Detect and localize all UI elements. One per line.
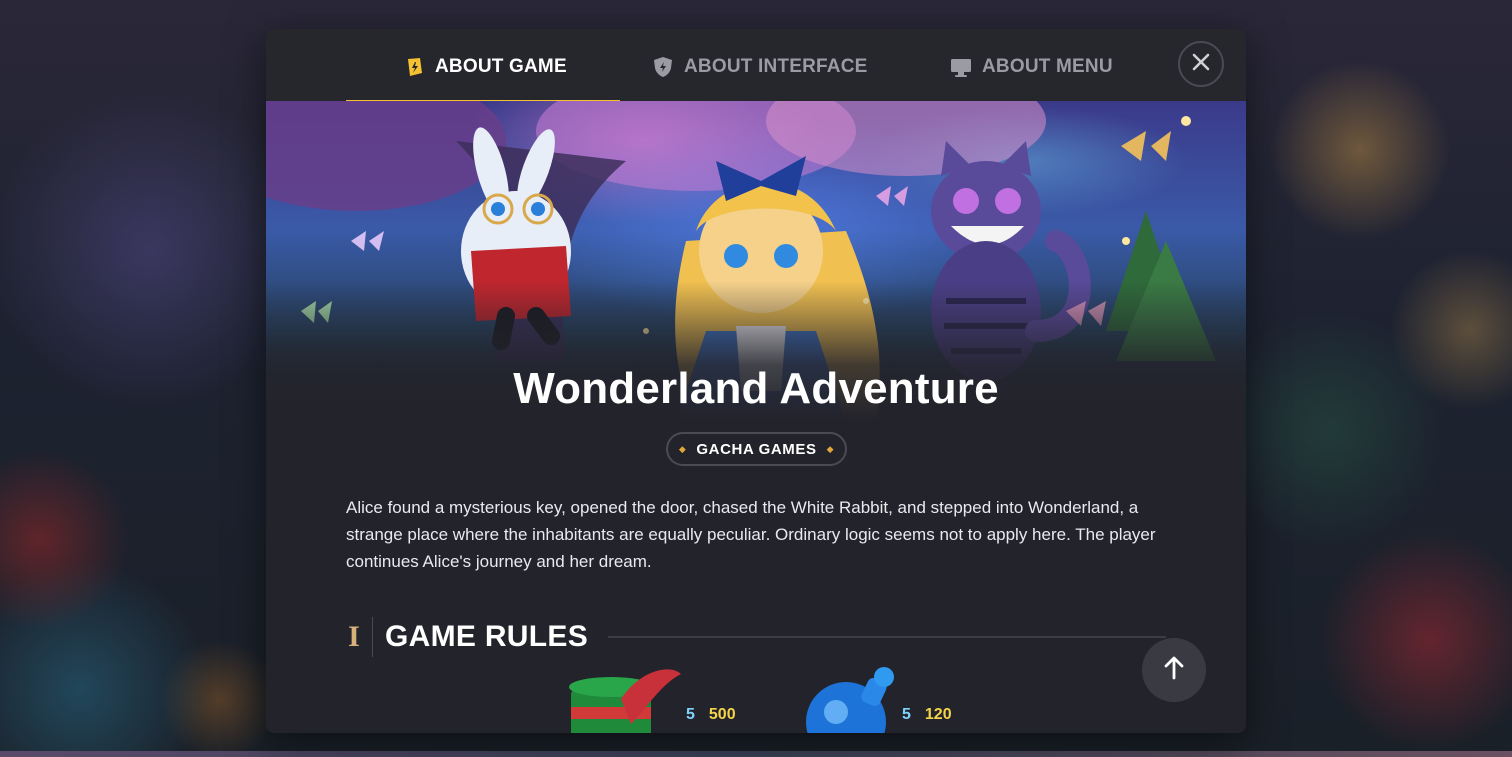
section-header-game-rules: I GAME RULES [346,617,1166,657]
background-bottom-strip [0,751,1512,757]
tab-about-game[interactable]: ABOUT GAME [403,29,567,104]
game-description: Alice found a mysterious key, opened the… [346,498,1156,571]
section-title: GAME RULES [385,620,589,653]
tab-label: ABOUT MENU [982,55,1113,77]
game-badge-icon [403,56,425,78]
symbol-green-top-hat [569,669,681,733]
tab-about-interface[interactable]: ABOUT INTERFACE [652,29,868,104]
symbol-blue-potion [806,667,894,733]
tab-label: ABOUT INTERFACE [684,55,868,77]
category-label: GACHA GAMES [696,440,817,458]
payout-value: 500 [708,706,736,723]
section-divider [372,617,373,657]
shield-icon [652,56,674,78]
monitor-icon [950,56,972,78]
close-button[interactable] [1178,41,1224,87]
scroll-to-top-button[interactable] [1142,638,1206,702]
tab-about-menu[interactable]: ABOUT MENU [950,29,1113,104]
section-numeral: I [348,620,360,653]
diamond-icon: ◆ [826,443,835,454]
payout-count: 5 [902,706,911,723]
arrow-up-icon [1161,655,1187,686]
info-modal: ABOUT GAME ABOUT INTERFACE ABOUT MENU Wo… [266,29,1246,733]
section-rule-line [608,636,1166,638]
payout-row: 5 500 [686,706,736,724]
payout-value: 120 [924,706,952,723]
category-badge: ◆ GACHA GAMES ◆ [666,432,847,466]
tab-bar: ABOUT GAME ABOUT INTERFACE ABOUT MENU [266,29,1246,104]
payout-row: 5 120 [902,706,952,724]
close-icon [1191,52,1211,77]
diamond-icon: ◆ [678,443,687,454]
payout-count: 5 [686,706,695,723]
tab-label: ABOUT GAME [435,55,567,77]
game-title: Wonderland Adventure [513,364,999,413]
